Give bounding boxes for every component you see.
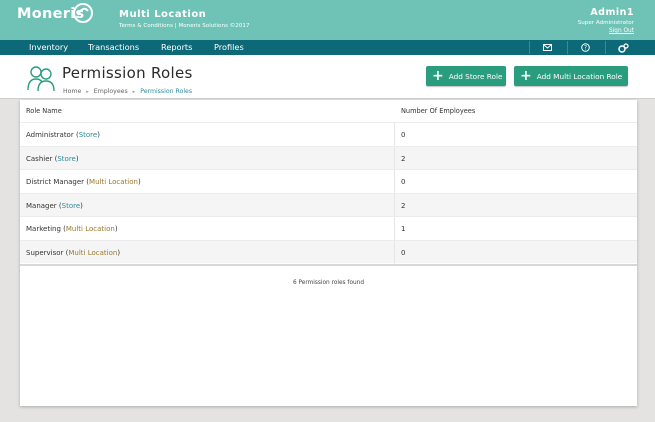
- table-row[interactable]: Manager (Store) 2: [20, 192, 637, 217]
- role-name-cell: Administrator (Store): [26, 131, 100, 139]
- settings-icon[interactable]: [605, 41, 641, 54]
- table-row[interactable]: Marketing (Multi Location) 1: [20, 216, 637, 241]
- employee-count-cell: 0: [401, 248, 406, 257]
- employee-count-cell: 2: [401, 154, 406, 163]
- nav-inventory[interactable]: Inventory: [29, 42, 68, 52]
- table-divider: [20, 264, 637, 266]
- role-name-cell: Marketing (Multi Location): [26, 225, 118, 233]
- roles-card: Role Name Number Of Employees Administra…: [20, 100, 637, 406]
- add-multi-location-role-button[interactable]: + Add Multi Location Role: [514, 66, 628, 86]
- role-name-cell: Supervisor (Multi Location): [26, 248, 121, 257]
- nav-profiles[interactable]: Profiles: [214, 42, 244, 52]
- table-row[interactable]: Administrator (Store) 0: [20, 122, 637, 147]
- role-name-cell: Cashier (Store): [26, 154, 79, 163]
- table-row[interactable]: Cashier (Store) 2: [20, 145, 637, 170]
- sign-out-link[interactable]: Sign Out: [609, 28, 634, 34]
- role-name-cell: District Manager (Multi Location): [26, 178, 141, 186]
- table-header: Role Name Number Of Employees: [20, 100, 637, 122]
- breadcrumb-current: Permission Roles: [140, 88, 193, 95]
- table-row[interactable]: District Manager (Multi Location) 0: [20, 169, 637, 194]
- svg-text:?: ?: [584, 45, 587, 52]
- add-store-role-button[interactable]: + Add Store Role: [426, 66, 506, 86]
- moneris-swirl-icon: [73, 3, 93, 23]
- page-title: Permission Roles: [62, 64, 193, 82]
- breadcrumb-separator-icon: ▸: [132, 89, 136, 95]
- nav-reports[interactable]: Reports: [161, 42, 192, 52]
- breadcrumb-separator-icon: ▸: [86, 89, 89, 95]
- breadcrumb-employees[interactable]: Employees: [94, 88, 128, 95]
- main-nav: Inventory Transactions Reports Profiles …: [0, 40, 655, 55]
- mail-icon[interactable]: [529, 41, 565, 54]
- plus-icon: +: [432, 68, 444, 84]
- employee-count-cell: 0: [401, 178, 406, 186]
- employee-count-cell: 1: [401, 225, 406, 233]
- column-role-name[interactable]: Role Name: [26, 107, 62, 115]
- user-role: Super Administrator: [577, 20, 634, 26]
- plus-icon: +: [520, 68, 532, 84]
- breadcrumb: Home ▸ Employees ▸ Permission Roles: [63, 88, 192, 95]
- page-header: Permission Roles Home ▸ Employees ▸ Permissi…: [0, 55, 655, 99]
- user-name: Admin1: [590, 7, 634, 18]
- table-row[interactable]: Supervisor (Multi Location) 0: [20, 239, 637, 264]
- employee-count-cell: 0: [401, 131, 406, 139]
- column-number-of-employees[interactable]: Number Of Employees: [401, 107, 475, 115]
- nav-transactions[interactable]: Transactions: [88, 42, 139, 52]
- role-name-cell: Manager (Store): [26, 201, 83, 210]
- employee-count-cell: 2: [401, 201, 406, 210]
- top-bar: Moneris Multi Location Terms & Condition…: [0, 0, 655, 40]
- users-icon: [27, 66, 55, 92]
- help-icon[interactable]: ?: [567, 41, 603, 54]
- breadcrumb-home[interactable]: Home: [63, 88, 81, 95]
- app-title: Multi Location: [119, 9, 207, 20]
- terms-link[interactable]: Terms & Conditions | Moneris Solutions ©…: [119, 23, 250, 29]
- results-count: 6 Permission roles found: [292, 280, 365, 286]
